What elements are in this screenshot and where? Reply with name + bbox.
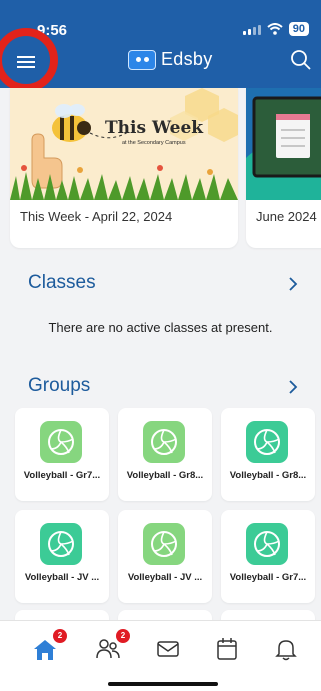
group-tile[interactable] — [15, 610, 109, 620]
group-tile[interactable]: Volleyball - JV ... — [15, 510, 109, 603]
wifi-icon — [267, 23, 283, 35]
volleyball-icon — [143, 523, 185, 565]
nav-notifications[interactable] — [272, 635, 300, 663]
groups-title[interactable]: Groups — [28, 375, 90, 397]
group-tile-label: Volleyball - JV ... — [127, 572, 203, 583]
mail-icon — [157, 641, 179, 657]
news-art-title: This Week — [105, 118, 204, 138]
home-indicator — [108, 682, 218, 686]
app-header: 9:56 90 Edsby — [0, 0, 321, 92]
news-card[interactable]: June 2024 I — [246, 88, 321, 248]
group-tile[interactable] — [118, 610, 212, 620]
search-icon[interactable] — [287, 46, 315, 74]
signal-icon — [242, 24, 261, 35]
battery-indicator: 90 — [288, 22, 309, 36]
calendar-icon — [217, 638, 237, 660]
group-tile-label: Volleyball - Gr7... — [229, 572, 307, 583]
nav-people[interactable]: 2 — [94, 629, 130, 663]
group-tile-label: Volleyball - JV ... — [24, 572, 100, 583]
group-tile[interactable]: Volleyball - Gr7... — [221, 510, 315, 603]
news-card-image: This Week at the Secondary Campus — [10, 88, 238, 200]
group-tile-label: Volleyball - Gr7... — [23, 470, 101, 481]
home-badge: 2 — [53, 629, 67, 643]
group-tile-label: Volleyball - Gr8... — [126, 470, 204, 481]
group-tile[interactable]: Volleyball - Gr8... — [118, 408, 212, 501]
news-card[interactable]: This Week at the Secondary Campus This W… — [10, 88, 238, 248]
highlight-circle — [0, 28, 58, 92]
brand-name: Edsby — [161, 49, 213, 69]
logo-icon — [128, 49, 156, 70]
status-icons: 90 — [242, 22, 309, 36]
group-tile[interactable]: Volleyball - Gr7... — [15, 408, 109, 501]
app-logo: Edsby — [128, 49, 213, 70]
volleyball-icon — [143, 421, 185, 463]
news-carousel[interactable]: This Week at the Secondary Campus This W… — [0, 88, 321, 253]
classes-title[interactable]: Classes — [28, 272, 96, 294]
news-card-caption: June 2024 I — [256, 209, 321, 224]
volleyball-icon — [40, 523, 82, 565]
bottom-nav: 2 2 — [0, 620, 321, 691]
volleyball-icon — [40, 421, 82, 463]
bell-icon — [275, 640, 297, 661]
news-card-image — [246, 88, 321, 200]
group-tile-label: Volleyball - Gr8... — [229, 470, 307, 481]
volleyball-icon — [246, 523, 288, 565]
nav-home[interactable]: 2 — [31, 629, 67, 663]
classes-empty-message: There are no active classes at present. — [48, 320, 273, 335]
news-art-subtitle: at the Secondary Campus — [122, 140, 186, 146]
volleyball-icon — [246, 421, 288, 463]
news-card-caption: This Week - April 22, 2024 — [20, 209, 173, 224]
group-tile[interactable] — [221, 610, 315, 620]
nav-mail[interactable] — [154, 635, 182, 663]
group-tile[interactable]: Volleyball - JV ... — [118, 510, 212, 603]
chevron-right-icon[interactable] — [285, 276, 301, 292]
nav-calendar[interactable] — [213, 635, 241, 663]
people-badge: 2 — [116, 629, 130, 643]
chevron-right-icon[interactable] — [285, 379, 301, 395]
group-tile[interactable]: Volleyball - Gr8... — [221, 408, 315, 501]
